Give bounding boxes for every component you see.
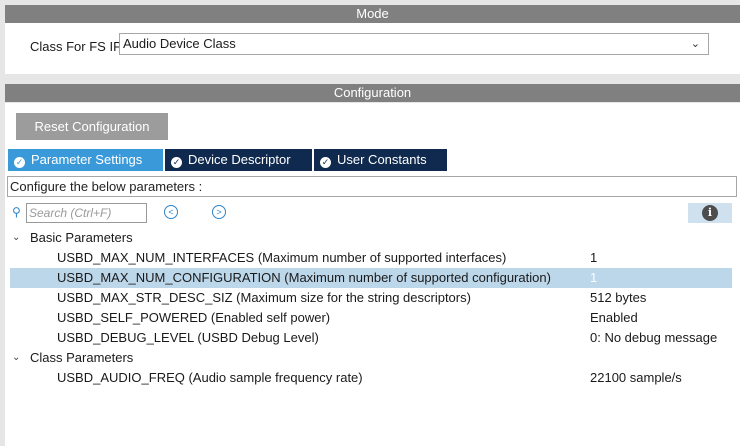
mode-header: Mode <box>5 5 740 23</box>
group-basic-parameters[interactable]: ⌄ Basic Parameters <box>10 228 732 248</box>
param-value[interactable]: Enabled <box>590 308 638 328</box>
param-value[interactable]: 1 <box>590 268 597 288</box>
param-name: USBD_MAX_STR_DESC_SIZ (Maximum size for … <box>57 290 471 305</box>
tab-label: Parameter Settings <box>31 152 143 167</box>
param-value[interactable]: 512 bytes <box>590 288 646 308</box>
param-name: USBD_AUDIO_FREQ (Audio sample frequency … <box>57 370 363 385</box>
param-value[interactable]: 0: No debug message <box>590 328 717 348</box>
param-value[interactable]: 1 <box>590 248 597 268</box>
param-name: USBD_DEBUG_LEVEL (USBD Debug Level) <box>57 330 319 345</box>
configuration-panel: Reset Configuration ✓ Parameter Settings … <box>5 103 740 446</box>
tab-parameter-settings[interactable]: ✓ Parameter Settings <box>8 149 163 171</box>
arrow-left-circle-icon[interactable]: < <box>164 205 178 219</box>
table-row[interactable]: USBD_MAX_NUM_INTERFACES (Maximum number … <box>10 248 732 268</box>
table-row[interactable]: USBD_AUDIO_FREQ (Audio sample frequency … <box>10 368 732 388</box>
tab-user-constants[interactable]: ✓ User Constants <box>314 149 447 171</box>
tab-bar: ✓ Parameter Settings ✓ Device Descriptor ✓… <box>8 149 740 171</box>
search-input[interactable]: Search (Ctrl+F) <box>26 203 147 223</box>
parameters-description: Configure the below parameters : <box>7 176 737 197</box>
configuration-header: Configuration <box>5 84 740 102</box>
param-name: USBD_MAX_NUM_CONFIGURATION (Maximum numb… <box>57 270 551 285</box>
class-label: Class For FS IP <box>30 39 122 54</box>
param-name: USBD_SELF_POWERED (Enabled self power) <box>57 310 331 325</box>
tab-device-descriptor[interactable]: ✓ Device Descriptor <box>165 149 312 171</box>
search-toolbar: ⚲ Search (Ctrl+F) < > i <box>5 202 735 226</box>
table-row[interactable]: USBD_MAX_NUM_CONFIGURATION (Maximum numb… <box>10 268 732 288</box>
table-row[interactable]: USBD_DEBUG_LEVEL (USBD Debug Level) 0: N… <box>10 328 732 348</box>
class-select-value: Audio Device Class <box>123 36 236 51</box>
class-select[interactable]: Audio Device Class ⌄ <box>119 33 709 55</box>
param-value[interactable]: 22100 sample/s <box>590 368 682 388</box>
group-label: Class Parameters <box>30 350 134 365</box>
chevron-down-icon: ⌄ <box>690 38 700 50</box>
table-row[interactable]: USBD_MAX_STR_DESC_SIZ (Maximum size for … <box>10 288 732 308</box>
group-label: Basic Parameters <box>30 230 133 245</box>
check-circle-icon: ✓ <box>14 157 25 168</box>
param-name: USBD_MAX_NUM_INTERFACES (Maximum number … <box>57 250 507 265</box>
arrow-right-circle-icon[interactable]: > <box>212 205 226 219</box>
group-class-parameters[interactable]: ⌄ Class Parameters <box>10 348 732 368</box>
check-circle-icon: ✓ <box>320 157 331 168</box>
chevron-down-icon: ⌄ <box>12 352 21 363</box>
info-icon: i <box>702 205 718 221</box>
check-circle-icon: ✓ <box>171 157 182 168</box>
tab-label: Device Descriptor <box>188 152 291 167</box>
info-button[interactable]: i <box>688 203 732 223</box>
tab-label: User Constants <box>337 152 427 167</box>
mode-panel: Class For FS IP Audio Device Class ⌄ <box>5 23 740 74</box>
chevron-down-icon: ⌄ <box>12 232 21 243</box>
reset-configuration-button[interactable]: Reset Configuration <box>16 113 168 140</box>
search-icon: ⚲ <box>12 205 21 219</box>
table-row[interactable]: USBD_SELF_POWERED (Enabled self power) E… <box>10 308 732 328</box>
